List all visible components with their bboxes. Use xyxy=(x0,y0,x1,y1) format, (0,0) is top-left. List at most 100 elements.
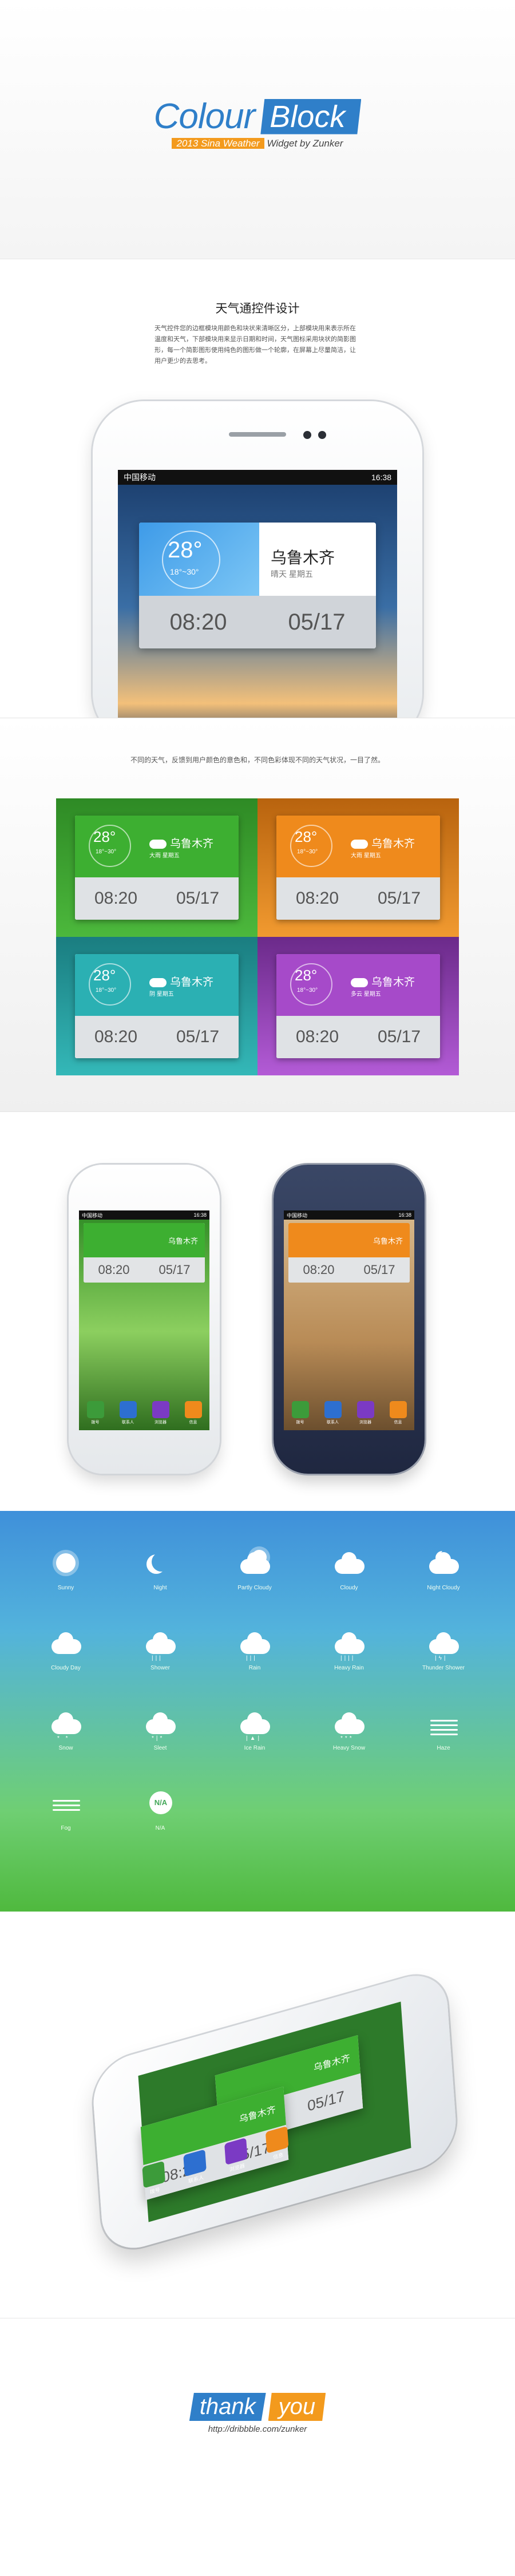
logo-colour-text: Colour xyxy=(153,97,256,136)
weather-detail: 晴天 星期五 xyxy=(271,569,313,579)
drops: * * xyxy=(57,1735,70,1742)
phone-sensor-icon xyxy=(318,431,326,439)
footer-url[interactable]: http://dribbble.com/zunker xyxy=(0,2424,515,2434)
heavy-snow-icon xyxy=(335,1712,365,1734)
weather-widget-teal[interactable]: 28° 18°~30° 乌鲁木齐阴 星期五 08:20 05/17 xyxy=(75,954,239,1058)
icon-night: Night xyxy=(129,1545,192,1592)
weather-widget-purple[interactable]: 28° 18°~30° 乌鲁木齐 多云 星期五 08:20 05/17 xyxy=(276,954,440,1058)
dock-app-browser[interactable]: 浏览器 xyxy=(356,1401,374,1425)
night-cloudy-icon xyxy=(429,1552,459,1574)
logo-subtitle: 2013 Sina Weather Widget by Zunker xyxy=(0,138,515,149)
variation-orange: 28° 18°~30° 乌鲁木齐 大雨 星期五 08:20 05/17 xyxy=(258,798,459,937)
weather-widget-green[interactable]: 28° 18°~30° 乌鲁木齐 大雨 星期五 08:20 05/17 xyxy=(75,816,239,920)
variations-grid: 28° 18°~30° 乌鲁木齐 大雨 星期五 08:20 05/17 28° 18°~… xyxy=(56,798,459,1075)
app-dock: 拨号 联系人 浏览器 信息 xyxy=(284,1396,414,1430)
icon-label: Cloudy Day xyxy=(51,1665,81,1671)
thank-you-logo: thank you http://dribbble.com/zunker xyxy=(0,2393,515,2434)
na-icon: N/A xyxy=(149,1791,172,1814)
logo-block-text: Block xyxy=(260,98,362,134)
status-clock: 16:38 xyxy=(371,473,391,482)
status-clock: 16:38 xyxy=(398,1212,411,1218)
icon-na: N/A N/A xyxy=(129,1786,192,1833)
status-bar: 中国移动 16:38 xyxy=(79,1210,209,1220)
phone-icon xyxy=(291,1401,309,1418)
dock-app-messages[interactable]: 信息 xyxy=(389,1401,407,1425)
dock-app-contacts[interactable]: 联系人 xyxy=(324,1401,342,1425)
dock-app-contacts[interactable]: 联系人 xyxy=(119,1401,137,1425)
temperature-range: 18°~30° xyxy=(96,849,117,855)
ice-rain-icon xyxy=(240,1712,270,1734)
icon-fog: Fog xyxy=(34,1786,97,1833)
temperature-range: 18°~30° xyxy=(170,567,199,576)
city-name: 乌鲁木齐 xyxy=(170,838,214,850)
date-display: 05/17 xyxy=(176,889,220,908)
temperature: 28° xyxy=(93,967,116,984)
city-name: 乌鲁木齐 xyxy=(239,2104,276,2125)
phone-speaker xyxy=(229,432,286,437)
icon-cloudy: Cloudy xyxy=(318,1545,381,1592)
dock-label: 拨号 xyxy=(296,1420,304,1424)
intro-section: 天气通控件设计 天气控件您的边框模块用颜色和块状来清晰区分，上部模块用来表示所在… xyxy=(0,259,515,718)
icon-label: Heavy Snow xyxy=(332,1745,366,1751)
icon-label: Cloudy xyxy=(340,1585,358,1591)
icon-label: Fog xyxy=(61,1825,71,1831)
phone-screen: 中国移动 16:38 28° 18°~30° 乌鲁木齐 晴天 星期五 08:20… xyxy=(118,470,397,718)
weather-widget[interactable]: 乌鲁木齐 08:20 05/17 xyxy=(84,1223,205,1283)
dock-label: 信息 xyxy=(394,1420,402,1424)
dock-app-contacts[interactable]: 联系人 xyxy=(183,2149,207,2186)
icon-sleet: *|* Sleet xyxy=(129,1706,192,1752)
rain-icon xyxy=(240,1632,270,1654)
city-name: 乌鲁木齐 xyxy=(271,549,335,567)
icon-ice-rain: |▲| Ice Rain xyxy=(223,1706,286,1752)
dock-app-messages[interactable]: 信息 xyxy=(184,1401,202,1425)
cloud-icon xyxy=(149,978,167,987)
dock-label: 浏览器 xyxy=(154,1420,167,1424)
time-display: 08:20 xyxy=(169,609,227,635)
header-section: Colour Block 2013 Sina Weather Widget by… xyxy=(0,0,515,259)
weather-detail: 多云 星期五 xyxy=(351,991,381,998)
phone-camera-icon xyxy=(303,431,311,439)
app-dock: 拨号 联系人 浏览器 信息 xyxy=(79,1396,209,1430)
icon-label: Sleet xyxy=(153,1745,167,1751)
carrier-label: 中国移动 xyxy=(287,1212,308,1218)
weather-widget-orange[interactable]: 28° 18°~30° 乌鲁木齐 大雨 星期五 08:20 05/17 xyxy=(276,816,440,920)
partly-cloudy-icon xyxy=(240,1552,270,1574)
cloudy-day-icon xyxy=(52,1632,81,1654)
icon-label: Snow xyxy=(58,1745,73,1751)
cloudy-icon xyxy=(335,1552,365,1574)
snow-icon xyxy=(52,1712,81,1734)
icon-label: Shower xyxy=(150,1665,170,1671)
thank-text: thank xyxy=(189,2393,266,2421)
phone-white: 中国移动 16:38 乌鲁木齐 08:20 05/17 拨号 联系人 浏览器 信息 xyxy=(69,1165,220,1474)
intro-title: 天气通控件设计 xyxy=(215,302,300,315)
dock-app-phone[interactable]: 拨号 xyxy=(142,2160,166,2198)
dock-app-messages[interactable]: 信息 xyxy=(265,2126,290,2163)
drops: ||| xyxy=(152,1655,163,1661)
dock-app-phone[interactable]: 拨号 xyxy=(86,1401,104,1425)
dock-label: 浏览器 xyxy=(359,1420,371,1424)
phones-section: 中国移动 16:38 乌鲁木齐 08:20 05/17 拨号 联系人 浏览器 信息 … xyxy=(0,1111,515,1511)
drops: ||| xyxy=(246,1655,258,1661)
temperature-range: 18°~30° xyxy=(297,987,318,994)
date-display: 05/17 xyxy=(176,1027,220,1046)
weather-widget[interactable]: 28° 18°~30° 乌鲁木齐 晴天 星期五 08:20 05/17 xyxy=(139,523,376,648)
temperature: 28° xyxy=(295,828,318,845)
icon-heavy-snow: *** Heavy Snow xyxy=(318,1706,381,1752)
browser-icon xyxy=(356,1401,374,1418)
dock-app-browser[interactable]: 浏览器 xyxy=(224,2137,248,2174)
city-name: 乌鲁木齐 xyxy=(313,2053,351,2074)
weather-widget[interactable]: 乌鲁木齐 08:20 05/17 xyxy=(288,1223,410,1283)
dock-app-browser[interactable]: 浏览器 xyxy=(152,1401,169,1425)
temperature-range: 18°~30° xyxy=(96,987,117,994)
icon-heavy-rain: |||| Heavy Rain xyxy=(318,1625,381,1672)
city-name: 乌鲁木齐 xyxy=(371,976,415,988)
temperature: 28° xyxy=(93,828,116,845)
sunny-panel: 28° 18°~30° xyxy=(139,523,259,596)
weather-detail: 大雨 星期五 xyxy=(351,853,381,859)
icon-night-cloudy: Night Cloudy xyxy=(412,1545,475,1592)
logo: Colour Block 2013 Sina Weather Widget by… xyxy=(0,96,515,149)
dock-app-phone[interactable]: 拨号 xyxy=(291,1401,309,1425)
status-clock: 16:38 xyxy=(193,1212,207,1218)
icon-thunder-shower: |ϟ| Thunder Shower xyxy=(412,1625,475,1672)
logo-subtitle-rest: Widget by Zunker xyxy=(267,138,343,149)
